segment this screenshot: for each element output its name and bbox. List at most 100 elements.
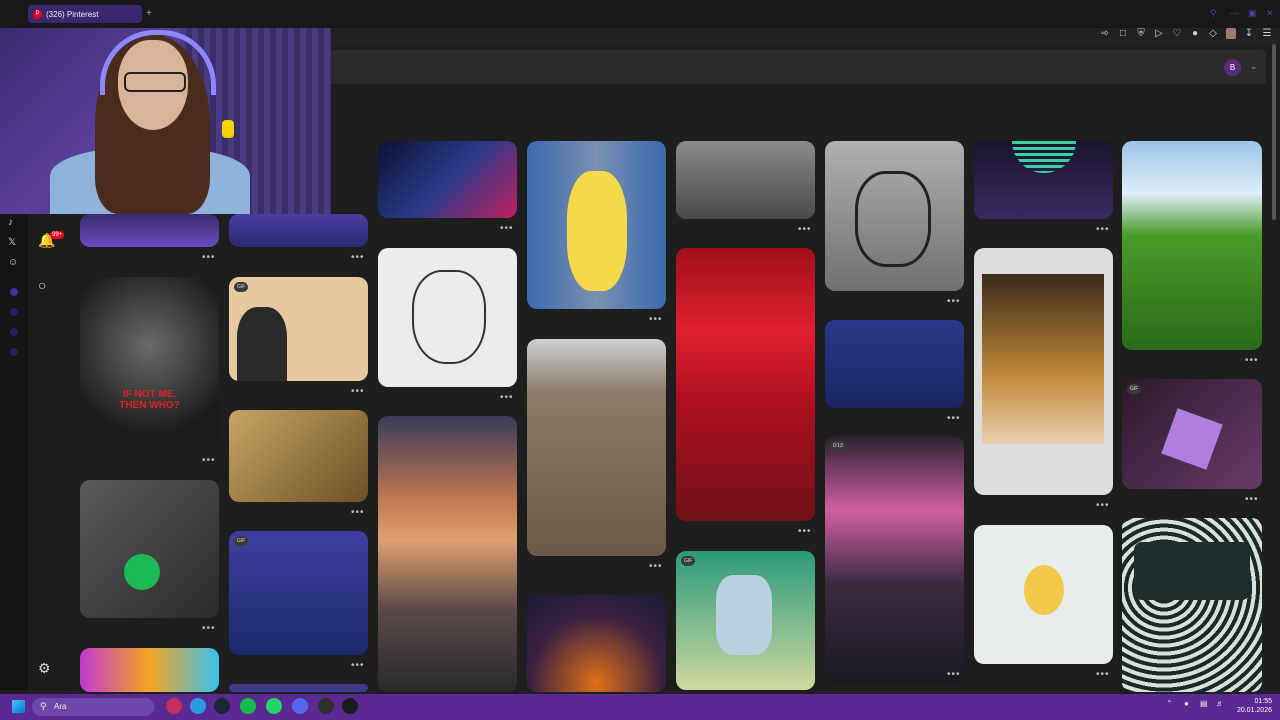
heart-icon[interactable]: ♡ [1172, 28, 1182, 39]
pinterest-favicon-icon: P [33, 9, 42, 19]
app-icon[interactable] [342, 698, 358, 714]
taskbar-clock[interactable]: 01:55 20.01.2026 [1232, 697, 1272, 715]
profile-icon[interactable] [1226, 28, 1236, 39]
pin-more-button[interactable]: ••• [947, 413, 961, 424]
pin-image[interactable] [527, 595, 666, 692]
pin-image[interactable] [80, 480, 219, 618]
pin-image[interactable]: GIF [229, 277, 368, 381]
video-duration-badge: 0:13 [830, 441, 846, 451]
minimize-icon[interactable]: — [1230, 8, 1239, 18]
pinterest-search-input[interactable] [330, 50, 1266, 84]
pin-image[interactable] [80, 214, 219, 247]
shield-icon[interactable]: ⛨ [1136, 28, 1146, 39]
pin-more-button[interactable]: ••• [649, 561, 663, 572]
pin-more-button[interactable]: ••• [202, 623, 216, 634]
sidebar-dot[interactable] [10, 348, 18, 356]
search-icon: ⚲ [40, 701, 47, 711]
pin-image[interactable] [1122, 518, 1262, 692]
search-icon[interactable]: ⚲ [1210, 8, 1217, 19]
pin-image[interactable] [378, 416, 517, 692]
pin-icon[interactable]: ➾ [1100, 28, 1110, 39]
windows-start-icon[interactable] [12, 700, 25, 713]
pin-image[interactable]: GIF [229, 531, 368, 655]
discord-icon[interactable]: ☺ [8, 257, 18, 268]
pin-more-button[interactable]: ••• [351, 386, 365, 397]
pin-more-button[interactable]: ••• [947, 669, 961, 680]
mic-icon[interactable]: ● [1184, 699, 1189, 708]
pin-image[interactable] [1122, 141, 1262, 350]
pin-more-button[interactable]: ••• [1245, 494, 1259, 505]
close-icon[interactable]: ✕ [1266, 8, 1274, 19]
play-icon[interactable]: ▷ [1154, 28, 1164, 39]
edge-icon[interactable] [190, 698, 206, 714]
pin-more-button[interactable]: ••• [1096, 224, 1110, 235]
sidebar-dot[interactable] [10, 328, 18, 336]
pin-more-button[interactable]: ••• [351, 507, 365, 518]
pin-more-button[interactable]: ••• [798, 224, 812, 235]
maximize-icon[interactable]: ▣ [1248, 8, 1257, 19]
discord-icon[interactable] [292, 698, 308, 714]
gamepad-icon[interactable]: ● [1190, 28, 1200, 39]
search-placeholder: Ara [54, 702, 67, 711]
pin-image[interactable] [80, 648, 219, 692]
pin-more-button[interactable]: ••• [351, 252, 365, 263]
whatsapp-icon[interactable] [266, 698, 282, 714]
pin-more-button[interactable]: ••• [202, 455, 216, 466]
pin-image[interactable] [527, 339, 666, 556]
pin-image[interactable] [527, 141, 666, 309]
pin-more-button[interactable]: ••• [798, 526, 812, 537]
pin-image[interactable]: GIF [676, 551, 815, 690]
bookmark-icon[interactable]: □ [1118, 28, 1128, 39]
steam-icon[interactable] [214, 698, 230, 714]
pin-image[interactable] [825, 141, 964, 291]
gif-badge: GIF [1127, 384, 1142, 394]
scrollbar[interactable] [1272, 44, 1276, 220]
pin-more-button[interactable]: ••• [351, 660, 365, 671]
chevron-down-icon[interactable]: ⌄ [1250, 61, 1258, 72]
spotify-icon[interactable] [240, 698, 256, 714]
pin-more-button[interactable]: ••• [947, 296, 961, 307]
obs-icon[interactable] [318, 698, 334, 714]
pin-image[interactable] [229, 410, 368, 502]
messages-icon[interactable]: ○ [38, 277, 46, 293]
pin-image[interactable]: 0:13 [825, 436, 964, 684]
opera-gx-icon[interactable] [166, 698, 182, 714]
browser-tab-bar: P (326) Pinterest + ⚲ — ▣ ✕ [0, 0, 1280, 28]
download-icon[interactable]: ↧ [1244, 28, 1254, 39]
tiktok-icon[interactable]: ♪ [8, 217, 13, 228]
gear-icon[interactable]: ⚙ [38, 660, 51, 677]
taskbar-search-input[interactable]: ⚲ Ara [32, 698, 154, 716]
pin-image[interactable] [378, 141, 517, 218]
avatar[interactable]: B [1224, 59, 1241, 76]
pin-image[interactable]: IF NOT ME, THEN WHO? [80, 277, 219, 450]
pin-image[interactable] [229, 214, 368, 247]
menu-icon[interactable]: ☰ [1262, 28, 1272, 39]
pin-more-button[interactable]: ••• [1096, 669, 1110, 680]
pin-image[interactable] [825, 320, 964, 408]
pin-image[interactable] [378, 248, 517, 387]
volume-icon[interactable]: ♬ [1216, 699, 1224, 708]
pin-image[interactable]: GIF [1122, 379, 1262, 489]
pin-image[interactable] [676, 248, 815, 521]
pin-more-button[interactable]: ••• [500, 223, 514, 234]
sidebar-dot[interactable] [10, 308, 18, 316]
pin-more-button[interactable]: ••• [649, 314, 663, 325]
pin-more-button[interactable]: ••• [1245, 355, 1259, 366]
new-tab-button[interactable]: + [146, 8, 152, 19]
pin-image[interactable] [974, 248, 1113, 495]
pin-image[interactable] [229, 684, 368, 692]
pin-image[interactable] [676, 141, 815, 219]
clock-date: 20.01.2026 [1236, 707, 1272, 714]
pin-more-button[interactable]: ••• [500, 392, 514, 403]
chevron-up-icon[interactable]: ⌃ [1166, 699, 1173, 708]
pin-image[interactable] [974, 141, 1113, 219]
pin-image[interactable] [974, 525, 1113, 664]
gif-badge: GIF [681, 556, 696, 566]
pin-more-button[interactable]: ••• [1096, 500, 1110, 511]
sidebar-dot[interactable] [10, 288, 18, 296]
tab-pinterest[interactable]: P (326) Pinterest [28, 5, 142, 23]
pin-more-button[interactable]: ••• [202, 252, 216, 263]
x-icon[interactable]: 𝕏 [8, 237, 16, 248]
network-icon[interactable]: ▤ [1200, 699, 1208, 708]
puzzle-icon[interactable]: ◇ [1208, 28, 1218, 39]
